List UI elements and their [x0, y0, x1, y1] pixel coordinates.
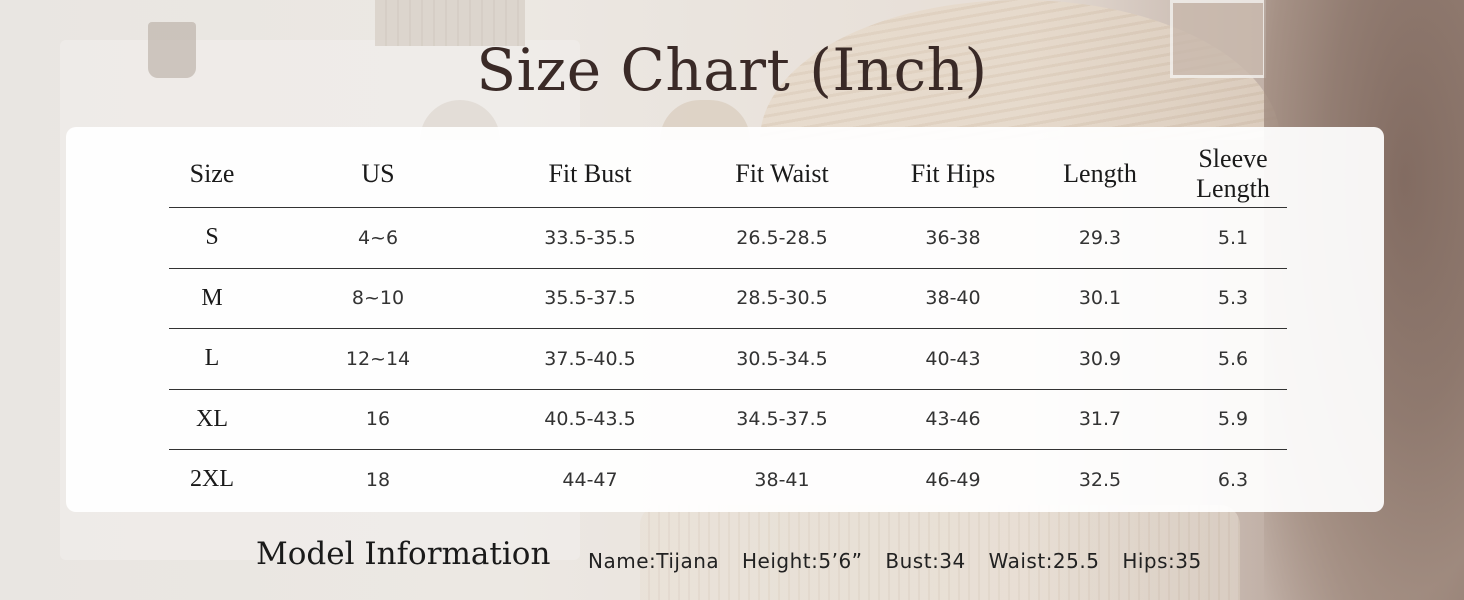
us-cell: 4~6 [255, 207, 501, 269]
header-sleeve-length: Sleeve Length [1179, 140, 1287, 208]
fit-bust-cell: 33.5-35.5 [501, 207, 679, 269]
model-height: Height:5’6” [742, 549, 863, 573]
sleeve-length-cell: 5.1 [1179, 207, 1287, 269]
us-cell: 8~10 [255, 268, 501, 329]
fit-bust-cell: 37.5-40.5 [501, 328, 679, 390]
sleeve-length-cell: 5.6 [1179, 328, 1287, 390]
fit-waist-cell: 30.5-34.5 [679, 328, 885, 390]
table-row: M 8~10 35.5-37.5 28.5-30.5 38-40 30.1 5.… [169, 268, 1287, 329]
length-cell: 31.7 [1021, 389, 1179, 450]
table-row: 2XL 18 44-47 38-41 46-49 32.5 6.3 [169, 450, 1287, 510]
header-fit-waist: Fit Waist [679, 140, 885, 208]
us-cell: 12~14 [255, 328, 501, 390]
fit-hips-cell: 43-46 [885, 389, 1021, 450]
length-cell: 29.3 [1021, 207, 1179, 269]
length-cell: 30.9 [1021, 328, 1179, 390]
fit-bust-cell: 40.5-43.5 [501, 389, 679, 450]
fit-hips-cell: 36-38 [885, 207, 1021, 269]
header-fit-bust: Fit Bust [501, 140, 679, 208]
sleeve-length-cell: 5.3 [1179, 268, 1287, 329]
fit-waist-cell: 26.5-28.5 [679, 207, 885, 269]
fit-hips-cell: 40-43 [885, 328, 1021, 390]
model-waist: Waist:25.5 [988, 549, 1100, 573]
size-cell: 2XL [190, 466, 234, 493]
length-cell: 30.1 [1021, 268, 1179, 329]
sleeve-length-cell: 5.9 [1179, 389, 1287, 450]
model-bust: Bust:34 [885, 549, 966, 573]
us-cell: 16 [255, 389, 501, 450]
fit-waist-cell: 38-41 [754, 468, 810, 491]
table-header-row: Size US Fit Bust Fit Waist Fit Hips Leng… [169, 140, 1287, 208]
fit-waist-cell: 28.5-30.5 [679, 268, 885, 329]
size-cell: M [169, 268, 255, 329]
fit-bust-cell: 35.5-37.5 [501, 268, 679, 329]
header-length: Length [1021, 140, 1179, 208]
fit-bust-cell: 44-47 [562, 468, 618, 491]
page-title: Size Chart (Inch) [476, 36, 988, 104]
length-cell: 32.5 [1078, 468, 1122, 491]
size-cell: L [169, 328, 255, 390]
model-name: Name:Tijana [588, 549, 720, 573]
table-row: S 4~6 33.5-35.5 26.5-28.5 36-38 29.3 5.1 [169, 207, 1287, 269]
sleeve-length-cell: 6.3 [1217, 468, 1249, 491]
fit-hips-cell: 46-49 [925, 468, 981, 491]
header-us: US [255, 140, 501, 208]
us-cell: 18 [365, 468, 391, 491]
model-information-heading: Model Information [256, 536, 551, 572]
size-table: Size US Fit Bust Fit Waist Fit Hips Leng… [169, 140, 1287, 510]
fit-hips-cell: 38-40 [885, 268, 1021, 329]
fit-waist-cell: 34.5-37.5 [679, 389, 885, 450]
model-hips: Hips:35 [1122, 549, 1202, 573]
size-cell: S [169, 207, 255, 269]
table-row: XL 16 40.5-43.5 34.5-37.5 43-46 31.7 5.9 [169, 389, 1287, 450]
header-fit-hips: Fit Hips [885, 140, 1021, 208]
table-row: L 12~14 37.5-40.5 30.5-34.5 40-43 30.9 5… [169, 328, 1287, 390]
header-size: Size [169, 140, 255, 208]
size-cell: XL [169, 389, 255, 450]
model-information-details: Name:Tijana Height:5’6” Bust:34 Waist:25… [588, 549, 1218, 573]
